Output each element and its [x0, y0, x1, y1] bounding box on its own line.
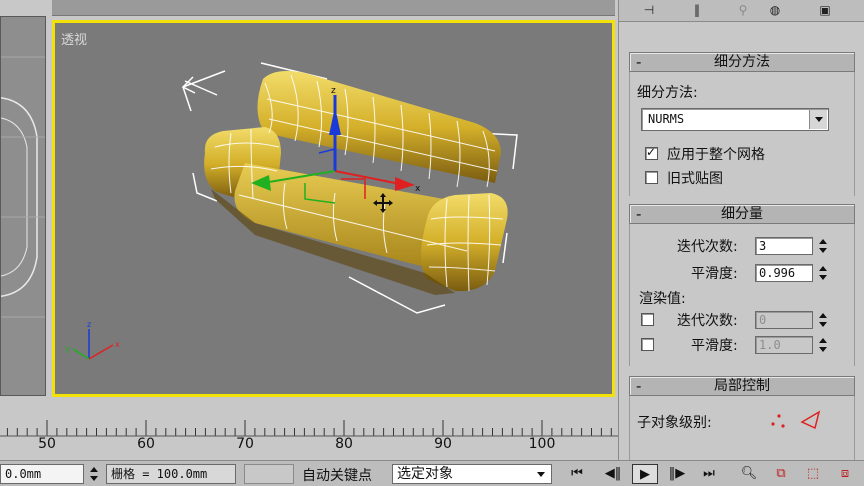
svg-text:z: z — [331, 86, 336, 96]
method-label: 细分方法: — [637, 85, 698, 101]
chevron-down-icon[interactable] — [537, 472, 545, 477]
config-icon[interactable]: ▣ — [815, 1, 835, 19]
svg-text:y: y — [65, 344, 70, 353]
command-panel: ⊣ ‖ ⚲ ◍ ▣ - 细分方法 细分方法: NURMS 应用于整个网格 旧式贴… — [618, 0, 864, 460]
iterations-label: 迭代次数: — [677, 239, 738, 255]
key-mode-button[interactable] — [244, 464, 294, 484]
grid-readout: 栅格 = 100.0mm — [106, 464, 236, 484]
render-iterations-label: 迭代次数: — [677, 313, 738, 329]
play-icon[interactable]: ▶ — [632, 464, 658, 484]
apply-to-mesh-checkbox[interactable] — [645, 145, 658, 160]
vertex-icon[interactable] — [767, 410, 787, 430]
render-smoothness-checkbox[interactable] — [641, 338, 654, 351]
rollout-subdivision-method[interactable]: - 细分方法 — [629, 52, 855, 72]
render-smoothness-spinner[interactable] — [817, 336, 829, 354]
legacy-map-label: 旧式贴图 — [667, 171, 723, 187]
render-smoothness-label: 平滑度: — [691, 338, 738, 354]
zoom-icon[interactable]: 🔍︎ — [736, 464, 762, 484]
status-bar: 0.0mm 栅格 = 100.0mm 自动关键点 选定对象 ⏮ ◀‖ ▶ ‖▶ … — [0, 460, 864, 486]
selection-value: 选定对象 — [397, 466, 453, 482]
perspective-viewport[interactable]: 透视 z x z x y — [52, 20, 615, 397]
apply-to-mesh-label: 应用于整个网格 — [667, 147, 765, 163]
scene: z x z x y — [65, 62, 518, 360]
ruler-ticks — [0, 420, 618, 437]
rollout-title: 局部控制 — [714, 378, 770, 394]
svg-text:x: x — [115, 340, 120, 349]
ruler-label: 50 — [38, 436, 56, 452]
ruler-label: 60 — [137, 436, 155, 452]
render-iterations-spinner[interactable] — [817, 311, 829, 329]
axis-tripod: z x y — [65, 320, 120, 360]
time-ruler[interactable]: 50 60 70 80 90 100 — [0, 398, 618, 460]
selection-dropdown[interactable]: 选定对象 — [392, 464, 552, 484]
legacy-map-checkbox[interactable] — [645, 171, 658, 184]
method-dropdown[interactable]: NURMS — [641, 108, 829, 131]
smoothness-label: 平滑度: — [691, 266, 738, 282]
svg-text:z: z — [87, 320, 91, 329]
next-frame-icon[interactable]: ‖▶ — [664, 464, 690, 484]
render-iterations-input[interactable]: 0 — [755, 311, 813, 329]
light-icon[interactable]: ⚲ — [733, 1, 753, 19]
iterations-spinner[interactable] — [817, 237, 829, 255]
go-to-start-icon[interactable]: ⏮ — [564, 464, 590, 484]
sofa-model — [204, 71, 508, 295]
rollout-title: 细分方法 — [714, 54, 770, 70]
smoothness-input[interactable]: 0.996 — [755, 264, 813, 282]
render-iterations-checkbox[interactable] — [641, 313, 654, 326]
prev-frame-icon[interactable]: ◀‖ — [600, 464, 626, 484]
viewport-top-strip — [52, 0, 615, 16]
render-values-label: 渲染值: — [639, 291, 686, 307]
auto-key-button[interactable]: 自动关键点 — [302, 465, 372, 485]
svg-text:x: x — [415, 184, 421, 194]
pin-icon[interactable]: ⊣ — [639, 1, 659, 19]
panel-toolbar: ⊣ ‖ ⚲ ◍ ▣ — [619, 0, 864, 22]
rollout-subdivision-amount[interactable]: - 细分量 — [629, 204, 855, 224]
render-smoothness-input[interactable]: 1.0 — [755, 336, 813, 354]
chevron-down-icon[interactable] — [809, 110, 827, 129]
sub-object-label: 子对象级别: — [637, 415, 712, 431]
coord-spinner[interactable] — [88, 465, 100, 483]
zoom-extents-icon[interactable]: ⬚ — [800, 464, 826, 484]
rollout-title: 细分量 — [721, 206, 763, 222]
ruler-label: 100 — [528, 436, 556, 452]
mouse-icon[interactable]: ◍ — [765, 1, 785, 19]
iterations-input[interactable]: 3 — [755, 237, 813, 255]
ruler-label: 80 — [335, 436, 353, 452]
rollout-local-control[interactable]: - 局部控制 — [629, 376, 855, 396]
edge-icon[interactable] — [799, 408, 823, 430]
ruler-label: 90 — [434, 436, 452, 452]
go-to-end-icon[interactable]: ⏭ — [696, 464, 722, 484]
smoothness-spinner[interactable] — [817, 264, 829, 282]
zoom-extents-all-icon[interactable]: ⧈ — [832, 464, 858, 484]
method-value: NURMS — [648, 112, 685, 126]
ruler-label: 70 — [236, 436, 254, 452]
left-viewport[interactable] — [0, 16, 46, 396]
modifier-stack-icon[interactable]: ‖ — [687, 1, 707, 19]
left-viewport-wireframe — [1, 56, 45, 318]
coord-field[interactable]: 0.0mm — [0, 464, 84, 484]
zoom-all-icon[interactable]: ⧉ — [768, 464, 794, 484]
